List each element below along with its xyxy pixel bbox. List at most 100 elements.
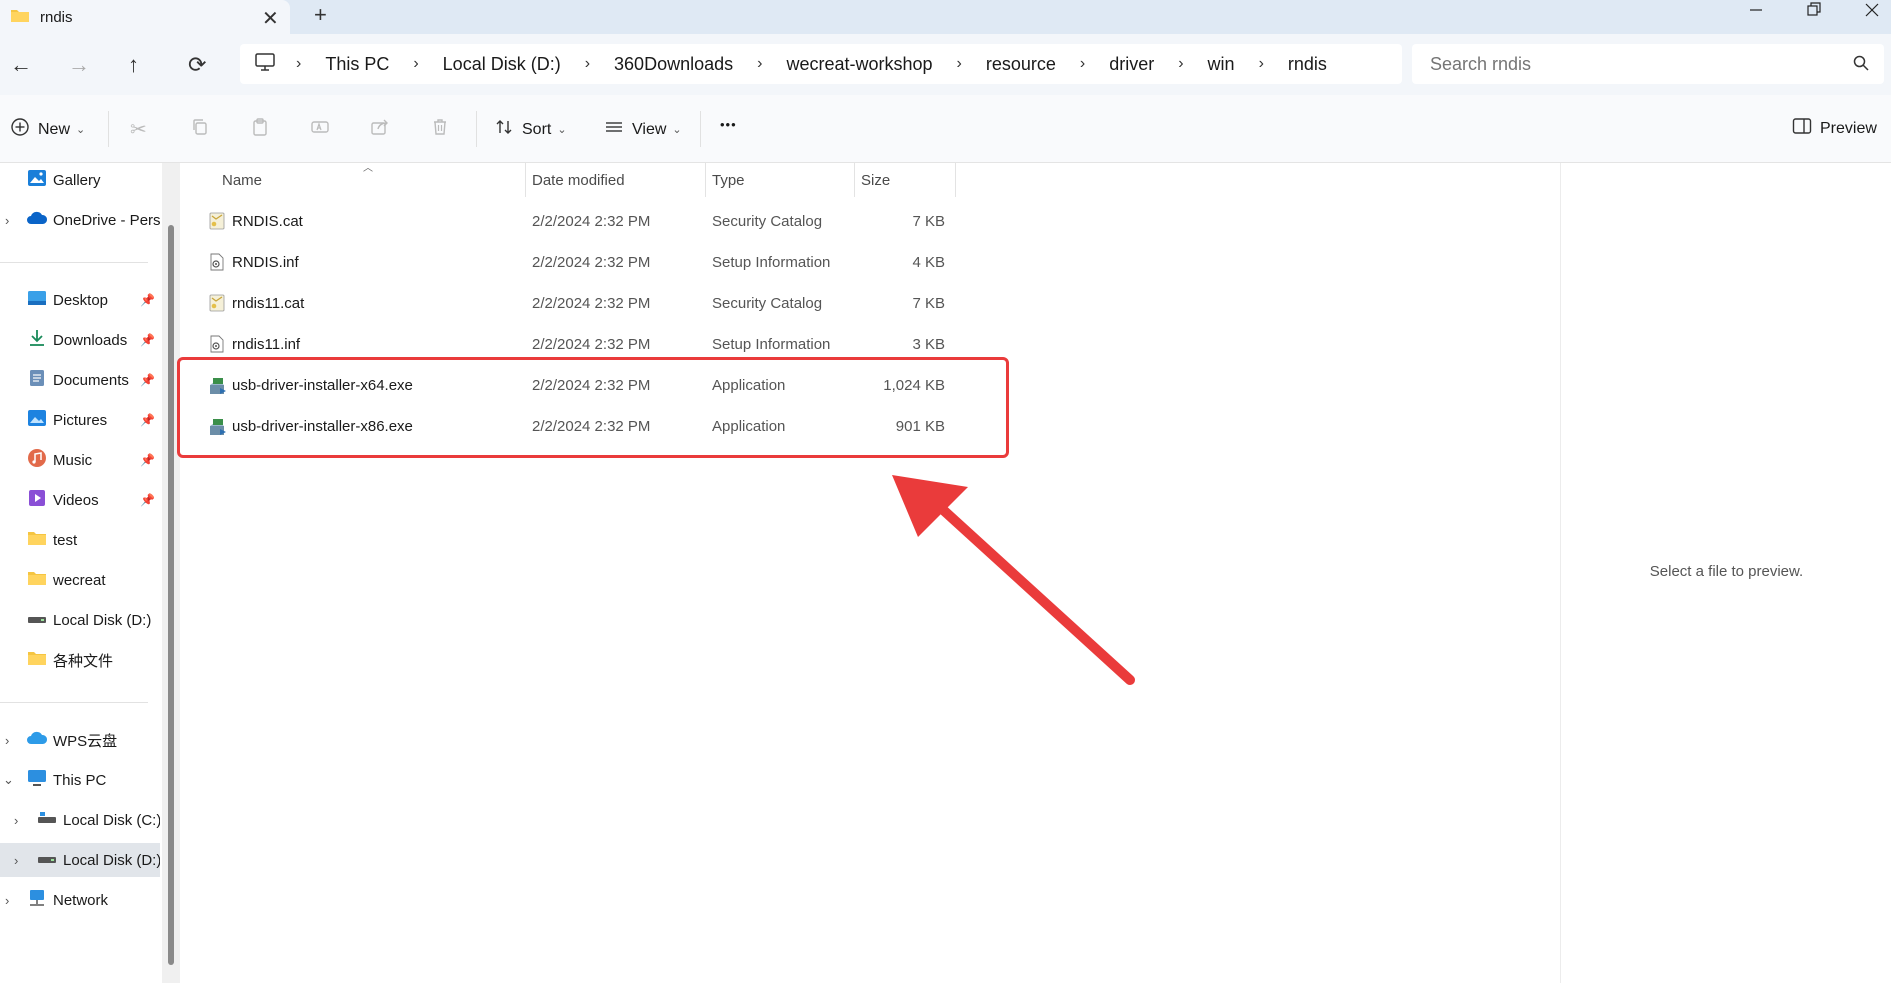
refresh-button[interactable]: ⟳	[188, 52, 206, 78]
pin-icon[interactable]: 📌	[140, 493, 155, 507]
column-header-type[interactable]: Type	[712, 163, 852, 197]
chevron-right-icon[interactable]: ›	[14, 813, 18, 828]
view-button[interactable]: View ⌄	[604, 117, 682, 142]
preview-pane-icon	[1792, 117, 1812, 140]
breadcrumb-win[interactable]: win	[1208, 54, 1235, 75]
scrollbar-thumb[interactable]	[168, 225, 174, 965]
download-icon	[29, 329, 45, 351]
sidebar-item-test[interactable]: test	[0, 523, 160, 557]
breadcrumb-360downloads[interactable]: 360Downloads	[614, 54, 733, 75]
breadcrumb-resource[interactable]: resource	[986, 54, 1056, 75]
address-bar[interactable]: › This PC › Local Disk (D:) › 360Downloa…	[240, 44, 1402, 84]
sidebar-item-local-disk-d[interactable]: › Local Disk (D:)	[0, 843, 160, 877]
share-icon[interactable]	[370, 117, 390, 143]
breadcrumb-wecreat-workshop[interactable]: wecreat-workshop	[786, 54, 932, 75]
chevron-down-icon[interactable]: ⌄	[3, 772, 14, 788]
pin-icon[interactable]: 📌	[140, 373, 155, 387]
sidebar-item-videos[interactable]: Videos 📌	[0, 483, 160, 517]
back-button[interactable]: ←	[10, 52, 32, 78]
rename-icon[interactable]	[310, 117, 330, 143]
pin-icon[interactable]: 📌	[140, 413, 155, 427]
chevron-right-icon[interactable]: ›	[757, 55, 762, 73]
column-header-date-modified[interactable]: Date modified	[532, 163, 702, 197]
restore-icon[interactable]	[1806, 0, 1822, 25]
file-row-rndis11-cat[interactable]: rndis11.cat 2/2/2024 2:32 PM Security Ca…	[180, 286, 956, 320]
delete-icon[interactable]	[430, 117, 450, 143]
chevron-right-icon[interactable]: ›	[413, 55, 418, 73]
minimize-icon[interactable]	[1748, 0, 1764, 25]
search-icon[interactable]	[1852, 54, 1870, 77]
column-header-size[interactable]: Size	[861, 163, 951, 197]
navigation-bar: ← → ↑ ⟳ › This PC › Local Disk (D:) › 36…	[0, 34, 1891, 95]
up-button[interactable]: ↑	[128, 52, 139, 78]
column-divider[interactable]	[955, 163, 956, 197]
chevron-right-icon[interactable]: ›	[5, 893, 9, 908]
sidebar-item-pictures[interactable]: Pictures 📌	[0, 403, 160, 437]
chevron-right-icon[interactable]: ›	[5, 213, 9, 228]
tab-rndis[interactable]: rndis ✕	[0, 0, 290, 34]
chevron-right-icon[interactable]: ›	[585, 55, 590, 73]
close-window-icon[interactable]	[1864, 0, 1880, 25]
file-row-rndis11-inf[interactable]: rndis11.inf 2/2/2024 2:32 PM Setup Infor…	[180, 327, 956, 361]
column-divider[interactable]	[854, 163, 855, 197]
new-button[interactable]: New ⌄	[10, 117, 85, 142]
pin-icon[interactable]: 📌	[140, 333, 155, 347]
sidebar-item-label: Pictures	[53, 411, 108, 429]
sidebar-item-onedrive[interactable]: › OneDrive - Personal	[0, 203, 160, 237]
sort-button[interactable]: Sort ⌄	[494, 117, 567, 142]
preview-button[interactable]: Preview	[1792, 117, 1877, 140]
sidebar-item-music[interactable]: Music 📌	[0, 443, 160, 477]
sidebar-scrollbar[interactable]	[162, 163, 180, 983]
folder-icon	[27, 530, 47, 550]
gallery-icon	[27, 169, 47, 191]
sidebar-item-downloads[interactable]: Downloads 📌	[0, 323, 160, 357]
new-tab-button[interactable]: +	[314, 2, 327, 28]
chevron-right-icon[interactable]: ›	[1178, 55, 1183, 73]
chevron-right-icon[interactable]: ›	[957, 55, 962, 73]
sidebar-item-label: Desktop	[53, 291, 109, 309]
sidebar-item-label: Local Disk (D:)	[63, 851, 160, 869]
sidebar-item-local-disk-c[interactable]: › Local Disk (C:)	[0, 803, 160, 837]
search-box	[1412, 44, 1884, 84]
breadcrumb-driver[interactable]: driver	[1109, 54, 1154, 75]
see-more-button[interactable]: •••	[720, 117, 737, 132]
breadcrumb-this-pc[interactable]: This PC	[325, 54, 389, 75]
new-label: New	[38, 120, 71, 138]
chevron-right-icon[interactable]: ›	[296, 55, 301, 73]
sidebar-item-this-pc[interactable]: ⌄ This PC	[0, 763, 160, 797]
breadcrumb-rndis[interactable]: rndis	[1288, 54, 1327, 75]
chevron-right-icon[interactable]: ›	[14, 853, 18, 868]
breadcrumb-local-disk-d[interactable]: Local Disk (D:)	[443, 54, 561, 75]
close-tab-icon[interactable]: ✕	[262, 6, 279, 31]
forward-button[interactable]: →	[68, 52, 90, 78]
setup-info-icon	[208, 253, 226, 275]
file-size: 3 KB	[912, 335, 945, 353]
sidebar-item-documents[interactable]: Documents 📌	[0, 363, 160, 397]
sidebar-item-label: Local Disk (D:)	[53, 611, 152, 629]
command-bar: New ⌄ ✂ Sort ⌄ View ⌄ ••• Preview	[0, 95, 1891, 163]
file-date: 2/2/2024 2:32 PM	[532, 335, 651, 353]
pin-icon[interactable]: 📌	[140, 293, 155, 307]
file-row-rndis-inf[interactable]: RNDIS.inf 2/2/2024 2:32 PM Setup Informa…	[180, 245, 956, 279]
catalog-icon	[208, 294, 226, 316]
sidebar-item-network[interactable]: › Network	[0, 883, 160, 917]
sidebar-item-wecreat[interactable]: wecreat	[0, 563, 160, 597]
sidebar-item-gallery[interactable]: Gallery	[0, 163, 160, 197]
more-icon: •••	[720, 117, 737, 132]
sidebar-item-folder-cn[interactable]: 各种文件	[0, 643, 160, 677]
cut-icon[interactable]: ✂	[130, 117, 147, 142]
sidebar-item-wps-cloud[interactable]: › WPS云盘	[0, 723, 160, 757]
pin-icon[interactable]: 📌	[140, 453, 155, 467]
sidebar-item-desktop[interactable]: Desktop 📌	[0, 283, 160, 317]
chevron-right-icon[interactable]: ›	[1080, 55, 1085, 73]
column-divider[interactable]	[525, 163, 526, 197]
paste-icon[interactable]	[250, 117, 270, 143]
column-divider[interactable]	[705, 163, 706, 197]
sidebar-item-local-disk-d-quick[interactable]: Local Disk (D:)	[0, 603, 160, 637]
search-input[interactable]	[1430, 53, 1830, 75]
file-row-rndis-cat[interactable]: RNDIS.cat 2/2/2024 2:32 PM Security Cata…	[180, 204, 956, 238]
chevron-right-icon[interactable]: ›	[1259, 55, 1264, 73]
chevron-right-icon[interactable]: ›	[5, 733, 9, 748]
column-header-name[interactable]: Name	[222, 163, 522, 197]
copy-icon[interactable]	[190, 117, 210, 143]
